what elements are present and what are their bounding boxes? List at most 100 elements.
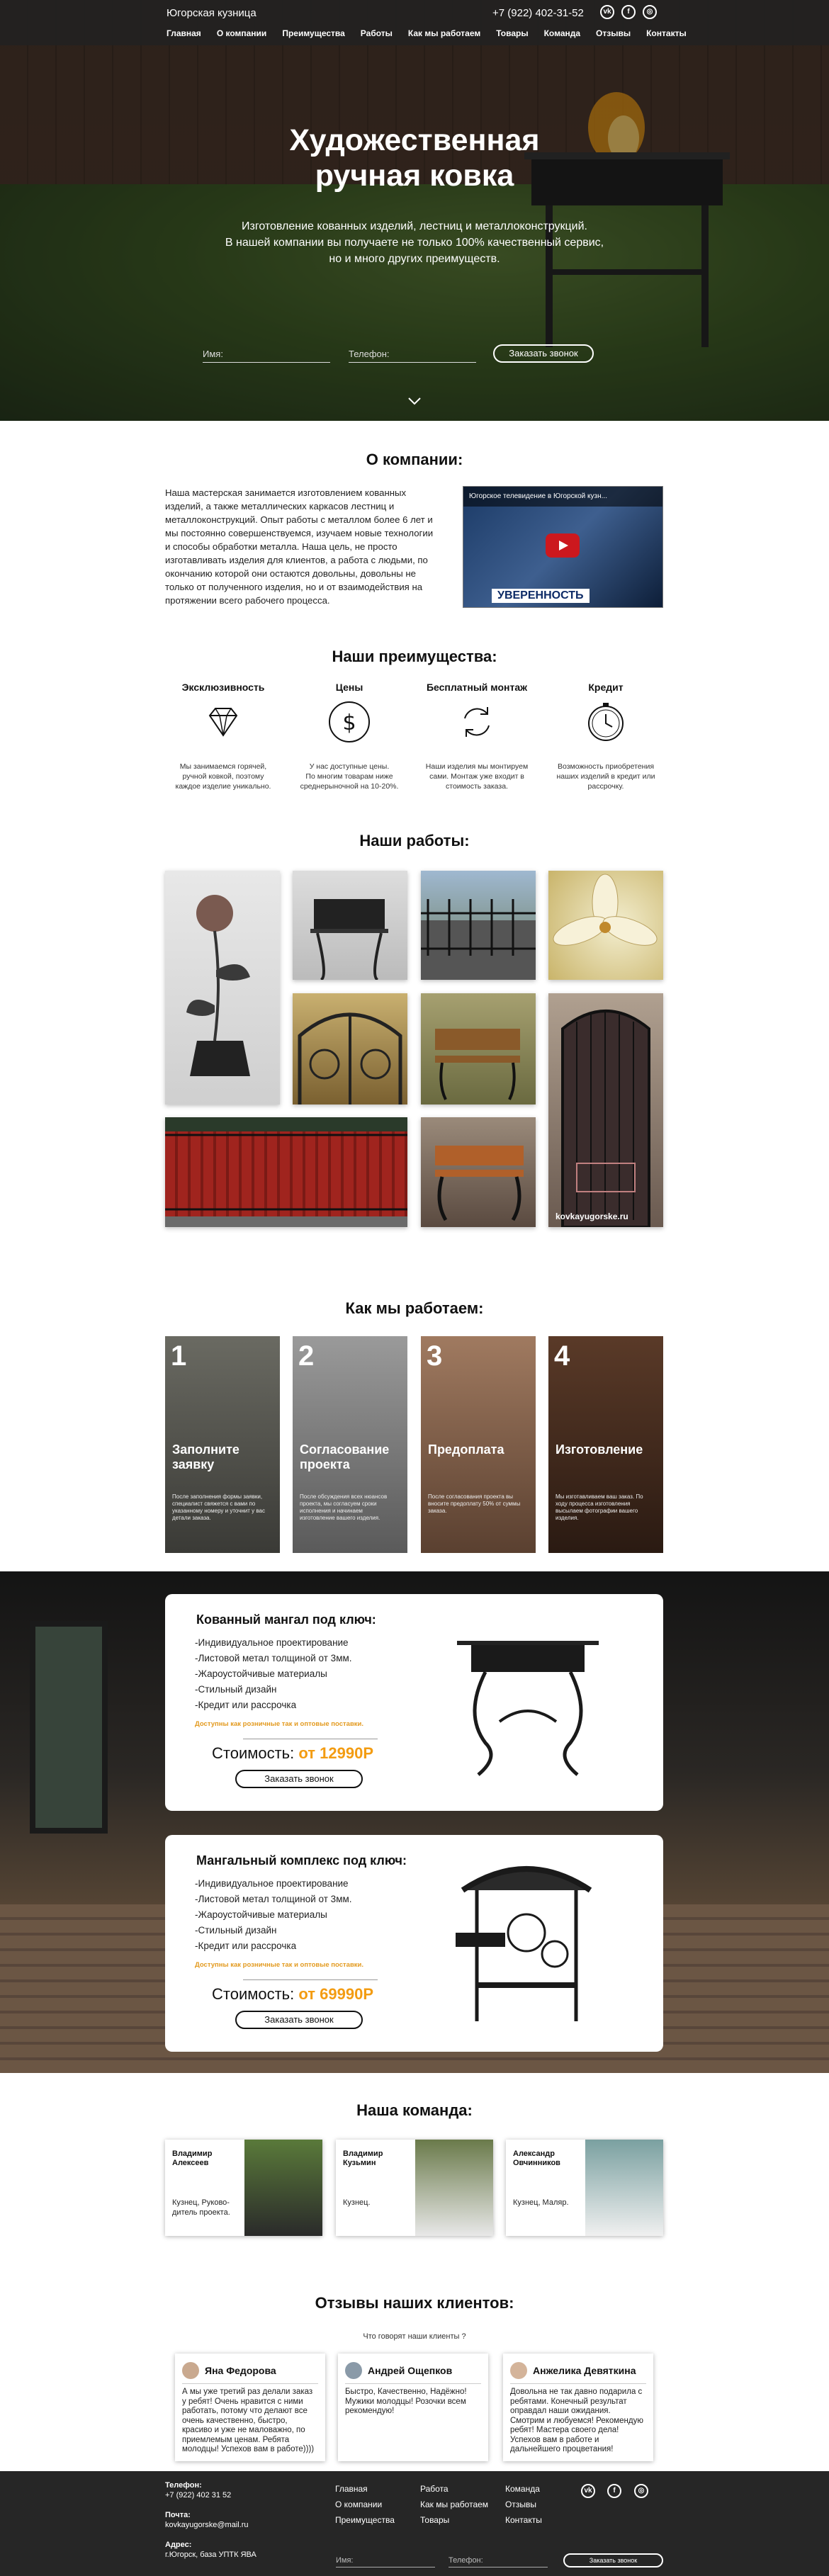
footer-mail[interactable]: kovkayugorske@mail.ru bbox=[165, 2521, 249, 2529]
header-phone[interactable]: +7 (922) 402-31-52 bbox=[492, 7, 584, 19]
nav-item-products[interactable]: Товары bbox=[496, 28, 528, 38]
member-photo bbox=[244, 2140, 322, 2236]
reviewer-name: Андрей Ощепков bbox=[368, 2365, 453, 2376]
member-name: Владимир Алексеев bbox=[172, 2150, 213, 2167]
footer-link-how[interactable]: Как мы работаем bbox=[420, 2499, 488, 2509]
nav-item-works[interactable]: Работы bbox=[361, 28, 393, 38]
hero-subtitle-line2: В нашей компании вы получаете не только … bbox=[225, 237, 604, 249]
diamond-icon bbox=[208, 708, 238, 737]
review-text: Довольна не так давно подарила с ребятам… bbox=[510, 2388, 643, 2453]
footer-link-contacts[interactable]: Контакты bbox=[505, 2515, 542, 2525]
dollar-icon: $ bbox=[329, 701, 370, 742]
hero-name-input[interactable] bbox=[203, 346, 330, 363]
instagram-icon[interactable]: ◎ bbox=[643, 5, 657, 19]
play-icon[interactable] bbox=[546, 533, 580, 558]
advantage-desc: У нас доступные цены. По многим товарам н… bbox=[300, 762, 399, 791]
nav-item-about[interactable]: О компании bbox=[217, 28, 267, 38]
nav-item-home[interactable]: Главная bbox=[167, 28, 201, 38]
work-image-bench[interactable] bbox=[421, 993, 536, 1105]
vk-icon[interactable]: vk bbox=[600, 5, 614, 19]
reviewer-name: Яна Федорова bbox=[205, 2365, 276, 2376]
reviewer-avatar bbox=[510, 2362, 527, 2379]
about-text: Наша мастерская занимается изготовлением… bbox=[165, 487, 434, 606]
nav-item-advantages[interactable]: Преимущества bbox=[282, 28, 344, 38]
member-photo bbox=[585, 2140, 663, 2236]
how-we-work-section: Как мы работаем: 1 Заполните заявку После… bbox=[0, 1299, 829, 1571]
work-watermark: kovkayugorske.ru bbox=[556, 1211, 628, 1221]
background-door bbox=[30, 1621, 108, 1834]
footer-phone-input[interactable] bbox=[449, 2554, 548, 2567]
works-title: Наши работы: bbox=[359, 832, 470, 849]
chevron-down-icon[interactable] bbox=[407, 393, 422, 409]
brand-name[interactable]: Югорская кузница bbox=[167, 7, 256, 19]
facebook-icon[interactable]: f bbox=[607, 2484, 621, 2498]
hero-subtitle-line3: но и много других преимуществ. bbox=[329, 253, 500, 265]
work-image-door[interactable]: kovkayugorske.ru bbox=[548, 993, 663, 1227]
work-image-gate[interactable] bbox=[293, 993, 407, 1105]
video-banner: УВЕРЕННОСТЬ bbox=[492, 589, 590, 603]
how-title: Как мы работаем: bbox=[345, 1299, 484, 1317]
step-desc: Мы изготавливаем ваш заказ. По ходу проц… bbox=[556, 1493, 643, 1521]
step-title: Согласование проекта bbox=[300, 1442, 390, 1471]
offer-price: Стоимость: от 12990Р bbox=[212, 1744, 374, 1762]
offer-shipping-note: Доступны как розничные так и оптовые пос… bbox=[195, 1720, 364, 1728]
footer-name-input[interactable] bbox=[336, 2554, 435, 2567]
hero-phone-input[interactable] bbox=[349, 346, 476, 363]
footer-link-home[interactable]: Главная bbox=[335, 2484, 368, 2494]
advantage-title: Цены bbox=[335, 682, 363, 693]
step-desc: После обсуждения всех нюансов проекта, м… bbox=[300, 1493, 388, 1521]
offer-call-button[interactable]: Заказать звонок bbox=[235, 1770, 363, 1788]
work-image-rose[interactable] bbox=[165, 871, 280, 1105]
step-card-4: 4 Изготовление Мы изготавливаем ваш зака… bbox=[548, 1336, 663, 1553]
footer-link-works[interactable]: Работа bbox=[420, 2484, 449, 2494]
step-card-2: 2 Согласование проекта После обсуждения в… bbox=[293, 1336, 407, 1553]
team-card: Владимир Кузьмин Кузнец. bbox=[336, 2140, 493, 2236]
nav-item-team[interactable]: Команда bbox=[544, 28, 580, 38]
step-title: Изготовление bbox=[556, 1442, 643, 1457]
work-image-fence-blue[interactable] bbox=[421, 871, 536, 980]
footer-phone[interactable]: +7 (922) 402 31 52 bbox=[165, 2491, 231, 2499]
advantage-desc: Наши изделия мы монтируем сами. Монтаж уж… bbox=[425, 762, 529, 791]
nav-item-how[interactable]: Как мы работаем bbox=[408, 28, 480, 38]
footer-link-team[interactable]: Команда bbox=[505, 2484, 540, 2494]
hero-title-line2: ручная ковка bbox=[315, 159, 514, 193]
advantage-title: Эксклюзивность bbox=[181, 682, 265, 693]
work-image-red-fence[interactable] bbox=[165, 1117, 407, 1227]
advantage-title: Кредит bbox=[588, 682, 624, 693]
offer-call-button[interactable]: Заказать звонок bbox=[235, 2011, 363, 2029]
reviews-section: Отзывы наших клиентов: Что говорят наши … bbox=[0, 2278, 829, 2471]
refresh-icon bbox=[464, 707, 490, 737]
advantage-desc: Возможность приобретения наших изделий в … bbox=[556, 762, 655, 791]
nav-item-reviews[interactable]: Отзывы bbox=[596, 28, 631, 38]
work-image-grill[interactable] bbox=[293, 871, 407, 980]
advantage-credit: Кредит Возможность приобретения наших изд… bbox=[553, 682, 659, 791]
offer-feature: -Листовой метал толщиной от 3мм. bbox=[195, 1653, 352, 1663]
main-nav: Главная О компании Преимущества Работы К… bbox=[167, 28, 687, 38]
advantage-prices: Цены $ У нас доступные цены. По многим то… bbox=[296, 682, 402, 791]
footer-link-reviews[interactable]: Отзывы bbox=[505, 2499, 536, 2509]
offer-card-grill: Кованный мангал под ключ: -Индивидуально… bbox=[165, 1594, 663, 1811]
offer-price: Стоимость: от 69990Р bbox=[212, 1985, 374, 2003]
work-image-bench-2[interactable] bbox=[421, 1117, 536, 1227]
review-divider bbox=[510, 2383, 646, 2384]
footer-call-button[interactable]: Заказать звонок bbox=[563, 2553, 663, 2567]
hero-title-line1: Художественная bbox=[289, 123, 540, 157]
instagram-icon[interactable]: ◎ bbox=[634, 2484, 648, 2498]
reviewer-avatar bbox=[345, 2362, 362, 2379]
nav-item-contacts[interactable]: Контакты bbox=[646, 28, 687, 38]
offer-feature: -Кредит или рассрочка bbox=[195, 1941, 297, 1951]
team-card: Владимир Алексеев Кузнец, Руково-дитель п… bbox=[165, 2140, 322, 2236]
review-divider bbox=[345, 2383, 481, 2384]
facebook-icon[interactable]: f bbox=[621, 5, 636, 19]
about-video[interactable]: Югорское телевидение в Югорской кузн... … bbox=[463, 486, 663, 608]
footer-link-about[interactable]: О компании bbox=[335, 2499, 382, 2509]
work-image-lily[interactable] bbox=[548, 871, 663, 980]
clock-icon bbox=[588, 703, 624, 741]
hero-call-button[interactable]: Заказать звонок bbox=[493, 344, 594, 363]
team-title: Наша команда: bbox=[356, 2101, 473, 2119]
member-name: Владимир Кузьмин bbox=[343, 2150, 383, 2167]
vk-icon[interactable]: vk bbox=[581, 2484, 595, 2498]
footer-link-products[interactable]: Товары bbox=[420, 2515, 449, 2525]
footer-link-advantages[interactable]: Преимущества bbox=[335, 2515, 395, 2525]
advantage-desc: Мы занимаемся горячей, ручной ковкой, поэ… bbox=[175, 762, 271, 791]
